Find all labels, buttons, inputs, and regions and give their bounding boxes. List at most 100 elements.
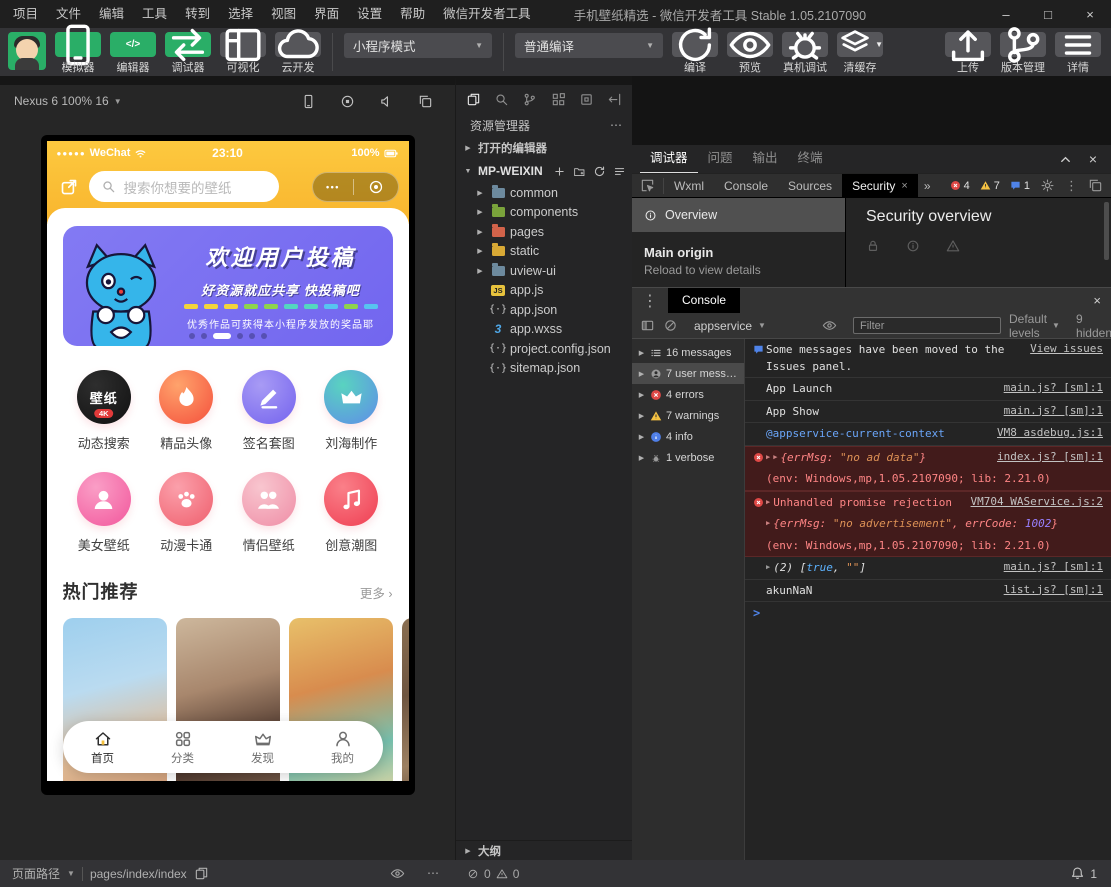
- tree-item[interactable]: 3 app.wxss: [456, 320, 632, 340]
- sound-icon[interactable]: [379, 94, 394, 109]
- category-item[interactable]: 创意潮图: [310, 472, 393, 554]
- devtools-tab[interactable]: Wxml: [664, 174, 714, 198]
- photo-card[interactable]: [401, 618, 409, 781]
- inspect-element-icon[interactable]: [632, 177, 664, 194]
- project-root[interactable]: ▼ MP-WEIXIN: [456, 159, 632, 183]
- expand-arrow-icon[interactable]: ▶: [766, 516, 773, 527]
- share-icon[interactable]: [59, 177, 79, 197]
- error-count-badge[interactable]: 4: [950, 180, 970, 192]
- settings-gear-icon[interactable]: [1040, 178, 1055, 193]
- new-folder-icon[interactable]: [573, 165, 586, 178]
- warning-count-badge[interactable]: 7: [980, 180, 1000, 192]
- console-filter-user[interactable]: ▶ 7 user mess…: [632, 363, 744, 384]
- expand-arrow-icon[interactable]: ▶: [766, 560, 773, 571]
- device-selector[interactable]: Nexus 6 100% 16 ▼: [14, 94, 122, 108]
- device-frame-icon[interactable]: [301, 94, 316, 109]
- tool-eye[interactable]: 预览: [727, 31, 773, 75]
- debugger-tab[interactable]: 问题: [698, 145, 743, 173]
- source-link[interactable]: main.js? [sm]:1: [992, 560, 1103, 573]
- copy-icon[interactable]: [194, 866, 209, 881]
- close-console-icon[interactable]: ×: [1083, 293, 1111, 308]
- source-link[interactable]: main.js? [sm]:1: [992, 404, 1103, 417]
- console-prompt[interactable]: >: [745, 602, 1111, 624]
- capsule-close-icon[interactable]: [368, 179, 384, 195]
- console-filter-verbose[interactable]: ▶ 1 verbose: [632, 447, 744, 468]
- extensions-icon[interactable]: [551, 92, 566, 107]
- multi-window-icon[interactable]: [418, 94, 433, 109]
- category-item[interactable]: 精品头像: [145, 370, 228, 452]
- tree-item[interactable]: JS app.js: [456, 281, 632, 301]
- source-link[interactable]: VM704 WAService.js:2: [959, 495, 1103, 508]
- console-tab[interactable]: Console: [668, 288, 741, 313]
- kebab-menu-icon[interactable]: ⋮: [632, 291, 668, 311]
- category-item[interactable]: 情侣壁纸: [228, 472, 311, 554]
- tree-item[interactable]: {·} sitemap.json: [456, 359, 632, 379]
- tool-bug[interactable]: 真机调试: [782, 31, 828, 75]
- source-link[interactable]: VM8 asdebug.js:1: [985, 426, 1103, 439]
- expand-arrow-icon[interactable]: ▶: [766, 495, 773, 506]
- devtools-tab[interactable]: Console: [714, 174, 778, 198]
- expand-arrow-icon[interactable]: ▶: [773, 450, 780, 461]
- tree-item[interactable]: ▶ common: [456, 183, 632, 203]
- console-filter-list[interactable]: ▶ 16 messages: [632, 342, 744, 363]
- more-actions-icon[interactable]: ⋯: [427, 866, 439, 881]
- problems-status[interactable]: 0 0: [455, 867, 632, 881]
- wallpaper-search-input[interactable]: 搜索你想要的壁纸: [88, 171, 279, 202]
- menu-item[interactable]: 项目: [4, 0, 47, 28]
- debugger-tab[interactable]: 输出: [743, 145, 788, 173]
- tree-item[interactable]: {·} project.config.json: [456, 339, 632, 359]
- tab-person[interactable]: 我的: [331, 729, 354, 766]
- console-filter-info[interactable]: ▶ 4 info: [632, 426, 744, 447]
- menu-item[interactable]: 帮助: [391, 0, 434, 28]
- clear-console-icon[interactable]: [663, 318, 678, 333]
- tool-swap[interactable]: 调试器: [165, 28, 211, 75]
- record-icon[interactable]: [340, 94, 355, 109]
- kebab-menu-icon[interactable]: ⋮: [1065, 178, 1078, 194]
- levels-dropdown[interactable]: Default levels ▼: [1009, 312, 1060, 340]
- more-actions-icon[interactable]: ⋯: [610, 118, 622, 132]
- npm-box-icon[interactable]: [579, 92, 594, 107]
- tool-code[interactable]: </> 编辑器: [110, 32, 156, 75]
- tree-item[interactable]: ▶ uview-ui: [456, 261, 632, 281]
- devtools-tab[interactable]: Security ×: [842, 173, 918, 198]
- close-panel-icon[interactable]: ×: [1089, 151, 1097, 167]
- filter-input[interactable]: [853, 317, 1001, 334]
- tool-branch[interactable]: 版本管理: [1000, 26, 1046, 75]
- tool-phone[interactable]: 模拟器: [55, 24, 101, 75]
- undock-icon[interactable]: [1088, 178, 1103, 193]
- tab-grid[interactable]: 分类: [171, 729, 194, 766]
- tabs-overflow-icon[interactable]: »: [918, 179, 937, 193]
- tool-layers[interactable]: ▼ 清缓存: [837, 30, 883, 75]
- debugger-tab[interactable]: 调试器: [640, 145, 698, 173]
- tool-upload[interactable]: 上传: [945, 29, 991, 75]
- files-icon[interactable]: [466, 92, 481, 107]
- debugger-tab[interactable]: 终端: [788, 145, 833, 173]
- context-selector[interactable]: appservice ▼: [694, 319, 814, 333]
- sidebar-toggle-icon[interactable]: [640, 318, 655, 333]
- tree-item[interactable]: ▶ components: [456, 203, 632, 223]
- close-tab-icon[interactable]: ×: [901, 174, 907, 198]
- tool-refresh[interactable]: 编译: [672, 26, 718, 75]
- capsule-more-icon[interactable]: •••: [326, 182, 340, 192]
- search-icon[interactable]: [494, 92, 509, 107]
- security-overview-item[interactable]: Overview: [632, 198, 845, 232]
- tree-item[interactable]: {·} app.json: [456, 300, 632, 320]
- eye-icon[interactable]: [822, 318, 837, 333]
- source-link[interactable]: list.js? [sm]:1: [992, 583, 1103, 596]
- console-filter-warning[interactable]: ▶ 7 warnings: [632, 405, 744, 426]
- eye-icon[interactable]: [390, 866, 405, 881]
- tab-home[interactable]: 首页: [91, 729, 114, 766]
- compile-mode-select[interactable]: 普通编译 ▼: [515, 33, 663, 58]
- git-branch-icon[interactable]: [522, 92, 537, 107]
- tab-crown2[interactable]: 发现: [251, 729, 274, 766]
- category-item[interactable]: 刘海制作: [310, 370, 393, 452]
- menu-item[interactable]: 微信开发者工具: [434, 0, 540, 28]
- view-issues-link[interactable]: View issues: [1018, 342, 1103, 355]
- outline-section[interactable]: ▶ 大纲: [456, 840, 632, 860]
- tool-cloud[interactable]: 云开发: [275, 28, 321, 75]
- banner-carousel[interactable]: 欢迎用户投稿 好资源就应共享 快投稿吧 优秀作品可获得本小程序发放的奖品耶: [62, 226, 393, 346]
- source-link[interactable]: index.js? [sm]:1: [985, 450, 1103, 463]
- collapse-all-icon[interactable]: [613, 165, 626, 178]
- user-avatar[interactable]: [8, 32, 46, 70]
- chevron-up-icon[interactable]: [1058, 152, 1073, 167]
